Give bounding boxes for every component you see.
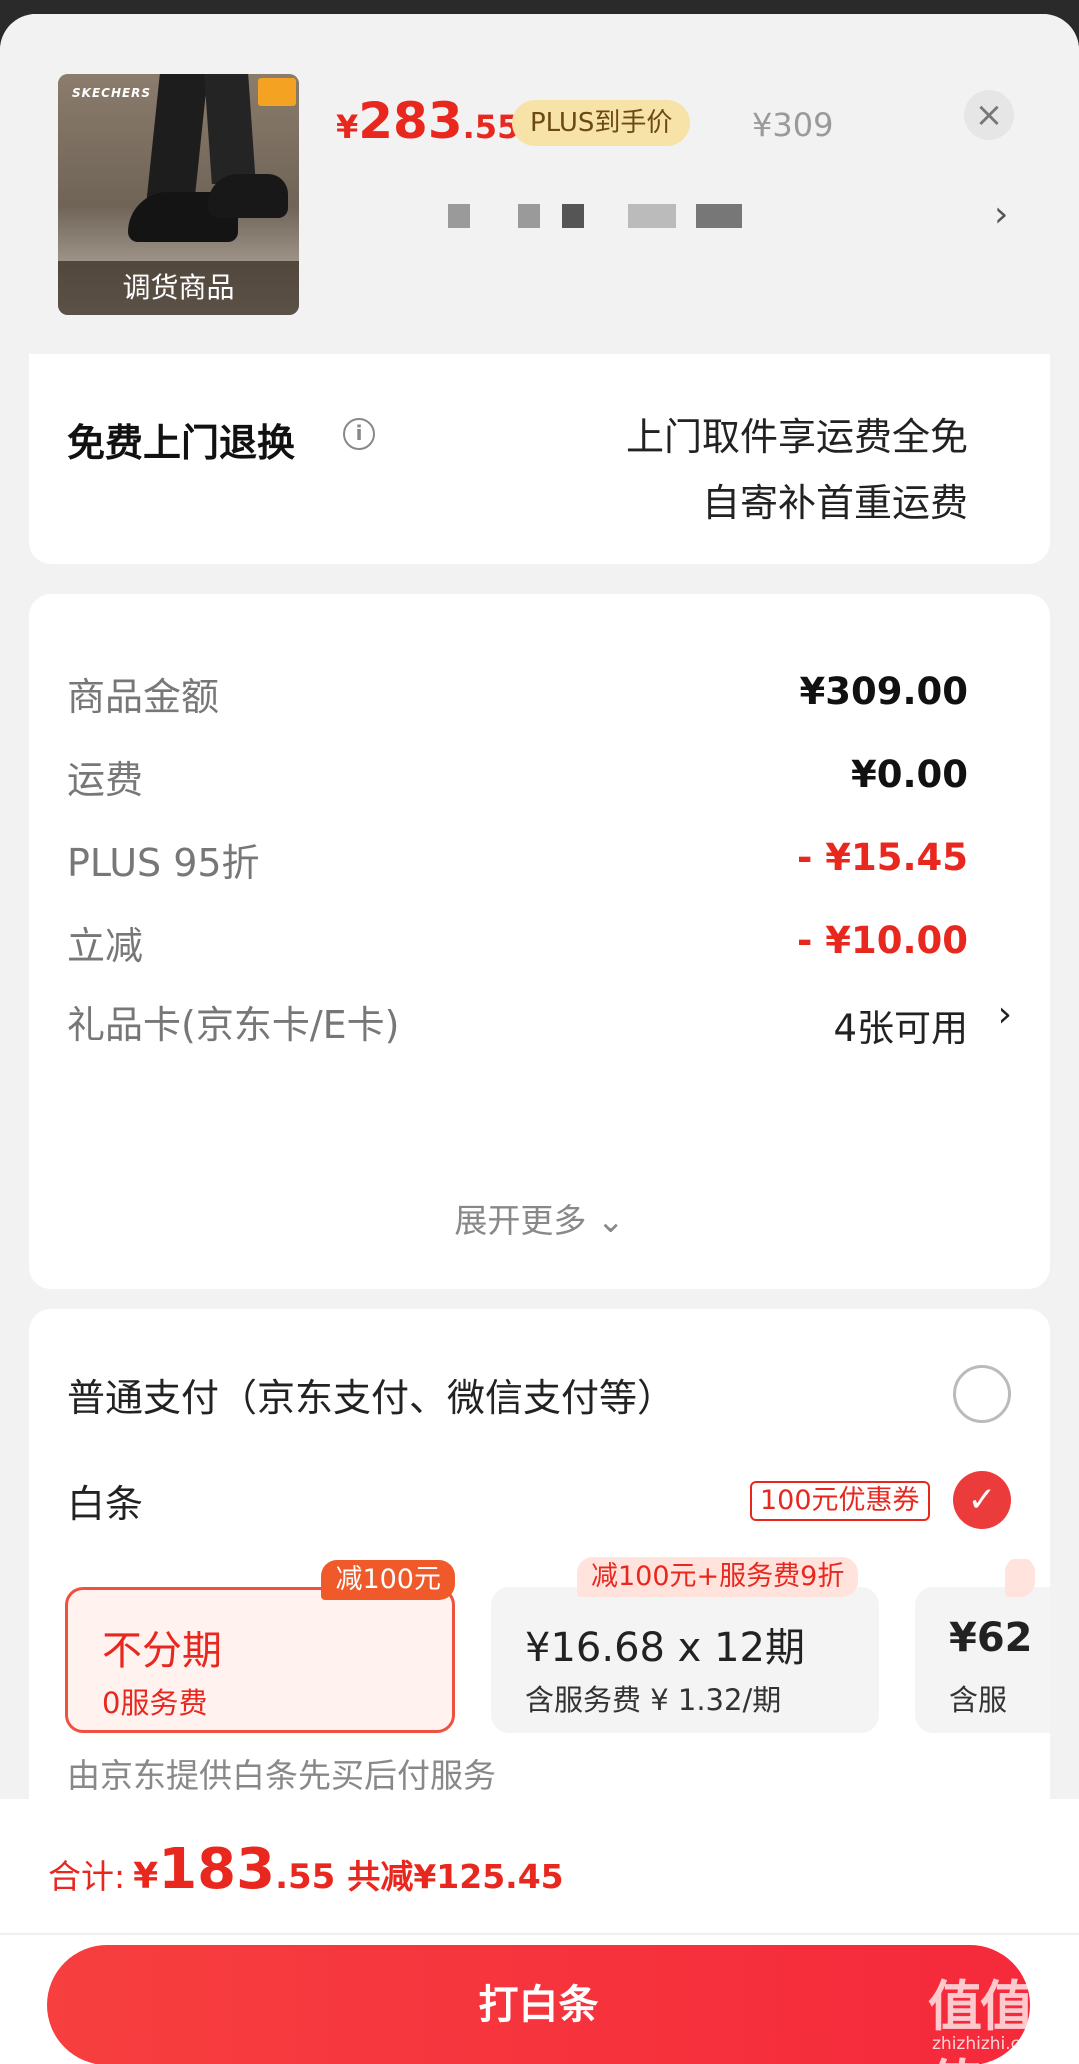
fee-label: 运费 bbox=[67, 758, 144, 802]
price-integer: 283 bbox=[358, 92, 463, 150]
expand-more-button[interactable]: 展开更多 ⌄ bbox=[29, 1194, 1050, 1242]
product-price: ¥283.55 bbox=[336, 92, 519, 150]
thumbnail-badge: 调货商品 bbox=[58, 261, 299, 315]
return-service-title: 免费上门退换 bbox=[67, 421, 296, 465]
plus-price-tag: PLUS到手价 bbox=[512, 100, 691, 146]
plan-subtitle: 含服务费 ¥ 1.32/期 bbox=[525, 1683, 782, 1717]
spec-blur bbox=[518, 204, 540, 228]
product-header: SKECHERS 调货商品 ¥283.55 PLUS到手价 ¥309 × › bbox=[0, 14, 1079, 354]
fee-summary-card: 商品金额 ¥309.00 运费 ¥0.00 PLUS 95折 - ¥15.45 … bbox=[29, 594, 1050, 1289]
close-icon[interactable]: × bbox=[964, 90, 1014, 140]
checkout-sheet: SKECHERS 调货商品 ¥283.55 PLUS到手价 ¥309 × › 免… bbox=[0, 14, 1079, 2064]
fee-value: - ¥10.00 bbox=[796, 919, 968, 962]
fee-value: ¥0.00 bbox=[850, 753, 968, 796]
spec-blur bbox=[448, 204, 470, 228]
fee-row-shipping: 运费 ¥0.00 bbox=[67, 749, 968, 809]
total-symbol: ¥ bbox=[133, 1856, 159, 1897]
return-service-line1: 上门取件享运费全免 bbox=[625, 415, 968, 459]
fee-label: 商品金额 bbox=[67, 675, 220, 719]
coupon-tag[interactable]: 100元优惠券 bbox=[750, 1481, 930, 1521]
total-integer: 183 bbox=[158, 1837, 276, 1902]
plan-badge: 减100元 bbox=[321, 1560, 455, 1600]
spec-blur bbox=[628, 204, 676, 228]
divider bbox=[0, 1933, 1079, 1935]
price-symbol: ¥ bbox=[336, 108, 359, 146]
plan-title: ¥16.68 x 12期 bbox=[525, 1625, 805, 1671]
thumbnail-leg bbox=[204, 74, 256, 184]
spec-blur bbox=[696, 204, 742, 228]
plan-more-installments[interactable]: ¥62 含服 bbox=[915, 1559, 1050, 1733]
plan-no-installment[interactable]: 减100元 不分期 0服务费 bbox=[65, 1560, 455, 1733]
plan-12-installments[interactable]: 减100元+服务费9折 ¥16.68 x 12期 含服务费 ¥ 1.32/期 bbox=[491, 1557, 879, 1733]
fee-value: - ¥15.45 bbox=[796, 836, 968, 879]
plan-subtitle: 0服务费 bbox=[102, 1686, 208, 1720]
return-service-card: 免费上门退换 i 上门取件享运费全免 自寄补首重运费 bbox=[29, 354, 1050, 564]
fee-label: 礼品卡(京东卡/E卡) bbox=[67, 1003, 400, 1047]
gift-card-chevron-right-icon[interactable]: › bbox=[998, 994, 1012, 1035]
baitiao-service-note: 由京东提供白条先买后付服务 bbox=[67, 1756, 496, 1795]
fee-label: 立减 bbox=[67, 924, 144, 968]
total-label: 合计: bbox=[48, 1857, 126, 1896]
info-icon[interactable]: i bbox=[343, 418, 375, 450]
fee-row-goods-amount: 商品金额 ¥309.00 bbox=[67, 666, 968, 726]
fee-label: PLUS 95折 bbox=[67, 841, 260, 885]
plan-subtitle: 含服 bbox=[949, 1683, 1008, 1717]
baitiao-radio-checked-icon[interactable]: ✓ bbox=[953, 1471, 1011, 1529]
original-price: ¥309 bbox=[752, 106, 834, 144]
plan-title: 不分期 bbox=[102, 1628, 222, 1674]
product-thumbnail[interactable]: SKECHERS 调货商品 bbox=[58, 74, 299, 315]
total-saving: 共减¥125.45 bbox=[347, 1857, 564, 1896]
thumbnail-shoe bbox=[208, 174, 288, 218]
plan-badge: 减100元+服务费9折 bbox=[577, 1557, 859, 1597]
spec-chevron-right-icon[interactable]: › bbox=[994, 194, 1008, 235]
pay-with-baitiao-button[interactable]: 打白条 bbox=[47, 1945, 1030, 2064]
thumbnail-promo-tag bbox=[258, 78, 296, 106]
payment-method-card: 普通支付（京东支付、微信支付等） 白条 100元优惠券 ✓ 减100元 不分期 … bbox=[29, 1309, 1050, 1829]
thumbnail-badge-label: 调货商品 bbox=[122, 271, 235, 304]
checkout-bottom-bar: 合计: ¥183.55 共减¥125.45 打白条 bbox=[0, 1799, 1079, 2064]
fee-value: ¥309.00 bbox=[799, 670, 968, 713]
spec-blur bbox=[562, 204, 584, 228]
normal-payment-radio[interactable] bbox=[953, 1365, 1011, 1423]
total-row: 合计: ¥183.55 共减¥125.45 bbox=[48, 1837, 564, 1902]
price-decimal: .55 bbox=[462, 108, 520, 146]
watermark-url: zhizhizhi.com bbox=[932, 2034, 1047, 2054]
fee-row-gift-card[interactable]: 礼品卡(京东卡/E卡) 4张可用 bbox=[67, 994, 968, 1054]
total-decimal: .55 bbox=[275, 1857, 336, 1897]
plan-title: ¥62 bbox=[949, 1615, 1033, 1661]
fee-row-instant-discount: 立减 - ¥10.00 bbox=[67, 915, 968, 975]
normal-payment-label[interactable]: 普通支付（京东支付、微信支付等） bbox=[67, 1367, 675, 1422]
baitiao-payment-label[interactable]: 白条 bbox=[67, 1473, 143, 1528]
plan-badge bbox=[1005, 1559, 1035, 1597]
thumbnail-brand-logo: SKECHERS bbox=[72, 86, 152, 100]
return-service-line2: 自寄补首重运费 bbox=[701, 481, 968, 525]
gift-card-available: 4张可用 bbox=[833, 1007, 968, 1050]
fee-row-plus-discount: PLUS 95折 - ¥15.45 bbox=[67, 832, 968, 892]
plan-clip: ¥62 含服 bbox=[915, 1559, 1050, 1759]
